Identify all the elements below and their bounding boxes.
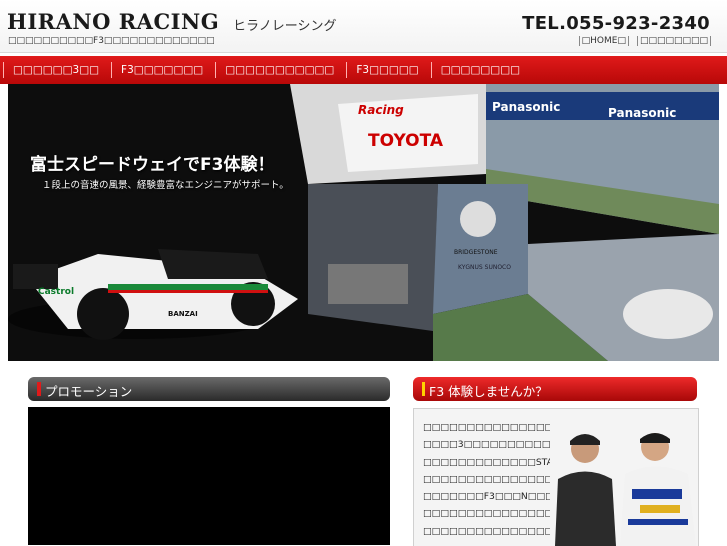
utility-links: □HOME□ □□□□□□□□ xyxy=(578,36,711,46)
heading-marker xyxy=(37,382,41,396)
svg-text:KYGNUS SUNOCO: KYGNUS SUNOCO xyxy=(458,264,511,271)
f3-text-line: □□□□□□□F3□□□N□□□□□□ xyxy=(423,491,559,503)
f3-text-line: □□□□□□□□□□□□□□□□F3□ xyxy=(423,473,559,485)
site-header: HIRANO RACING ヒラノレーシング □□□□□□□□□□F3□□□□□… xyxy=(0,0,727,53)
hero-collage-image: Racing TOYOTA Panasonic Panasonic BRIDGE… xyxy=(8,84,719,361)
racing-logo-text: Racing xyxy=(358,103,404,117)
global-nav: □□□□□□3□□ F3□□□□□□□ □□□□□□□□□□□ F3□□□□□ … xyxy=(0,56,727,84)
heading-marker xyxy=(422,382,425,396)
toyota-logo-text: TOYOTA xyxy=(368,131,444,151)
f3-text-line: □□□□3□□□□□□□□□□□□□□ xyxy=(423,439,559,451)
site-tagline: □□□□□□□□□□F3□□□□□□□□□□□□□ xyxy=(8,36,215,46)
hero-banner: Racing TOYOTA Panasonic Panasonic BRIDGE… xyxy=(8,84,719,361)
svg-text:Panasonic: Panasonic xyxy=(492,100,560,114)
svg-text:Panasonic: Panasonic xyxy=(608,106,676,120)
f3-text-line: □□□□□□□□□□□□□□□□□□□ xyxy=(423,422,559,433)
f3-heading-bar: F3 体験しませんか？ xyxy=(413,377,697,401)
utility-link-2[interactable]: □□□□□□□□ xyxy=(636,36,711,46)
nav-item-4[interactable]: F3□□□□□ xyxy=(346,62,427,78)
phone-number: TEL.055-923-2340 xyxy=(522,13,710,34)
hero-subtitle: １段上の音速の風景、経験豊富なエンジニアがサポート。 xyxy=(42,180,289,191)
site-logo-kana: ヒラノレーシング xyxy=(233,19,337,34)
promotion-video[interactable] xyxy=(28,407,390,545)
nav-item-1[interactable]: □□□□□□3□□ xyxy=(3,62,108,78)
home-link[interactable]: □HOME□ xyxy=(578,36,629,46)
svg-text:BANZAI: BANZAI xyxy=(168,310,198,318)
f3-intro-box: □□□□□□□□□□□□□□□□□□□ □□□□3□□□□□□□□□□□□□□ … xyxy=(413,408,699,546)
f3-text-line: □□□□□□□□□□□□□□□ xyxy=(423,525,554,537)
f3-text-line: □□□□□□□□□□□□□START□ xyxy=(423,456,559,468)
f3-intro-text: □□□□□□□□□□□□□□□□□□□ □□□□3□□□□□□□□□□□□□□ … xyxy=(423,419,559,540)
pit-lane-panel xyxy=(308,184,438,331)
promotion-heading-bar: プロモーション xyxy=(28,377,390,401)
nav-item-5[interactable]: □□□□□□□□ xyxy=(430,62,529,78)
hero-title: 富士スピードウェイでF3体験！ xyxy=(30,155,275,175)
svg-text:BRIDGESTONE: BRIDGESTONE xyxy=(454,249,498,256)
site-logo[interactable]: HIRANO RACING xyxy=(7,9,219,34)
nav-item-2[interactable]: F3□□□□□□□ xyxy=(111,62,212,78)
nav-item-3[interactable]: □□□□□□□□□□□ xyxy=(215,62,343,78)
drivers-photo xyxy=(550,409,698,546)
promotion-heading: プロモーション xyxy=(45,384,133,399)
svg-text:Castrol: Castrol xyxy=(38,287,74,297)
f3-text-line: □□□□□□□□□□□□□□□□□□□ xyxy=(423,508,559,520)
f3-heading: F3 体験しませんか？ xyxy=(429,384,548,399)
